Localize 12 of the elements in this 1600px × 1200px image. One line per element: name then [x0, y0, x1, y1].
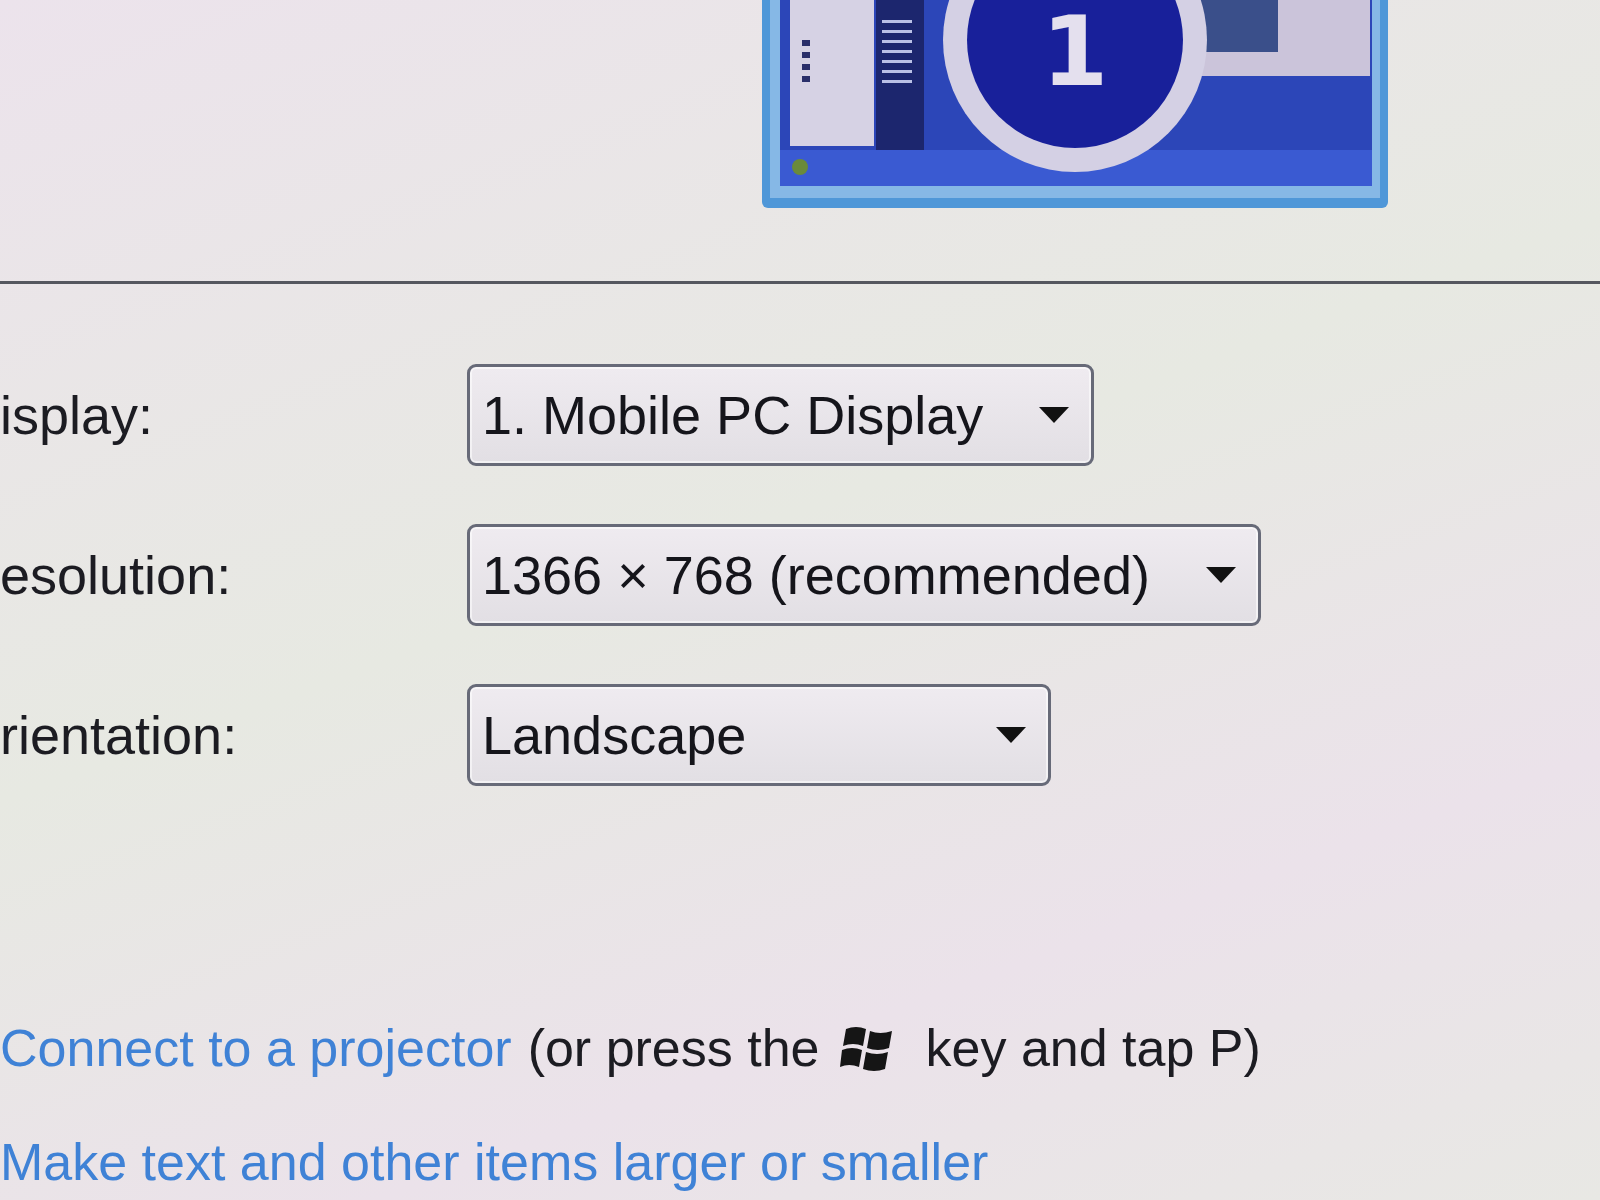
- shortcut-hint-text: key and tap P): [925, 1018, 1261, 1078]
- caret-icon: [996, 727, 1026, 743]
- shortcut-hint-text: (or press the: [527, 1018, 820, 1078]
- setting-dropdown[interactable]: 1366 × 768 (recommended): [467, 524, 1261, 626]
- caret-icon: [1039, 407, 1070, 423]
- field-label: isplay:: [0, 384, 154, 446]
- field-label: esolution:: [0, 544, 232, 606]
- field-label: rientation:: [0, 704, 238, 766]
- caret-icon: [1205, 567, 1236, 583]
- setting-dropdown[interactable]: 1. Mobile PC Display: [467, 364, 1095, 466]
- display-number: 1: [1041, 4, 1109, 100]
- setting-dropdown[interactable]: Landscape: [467, 684, 1051, 786]
